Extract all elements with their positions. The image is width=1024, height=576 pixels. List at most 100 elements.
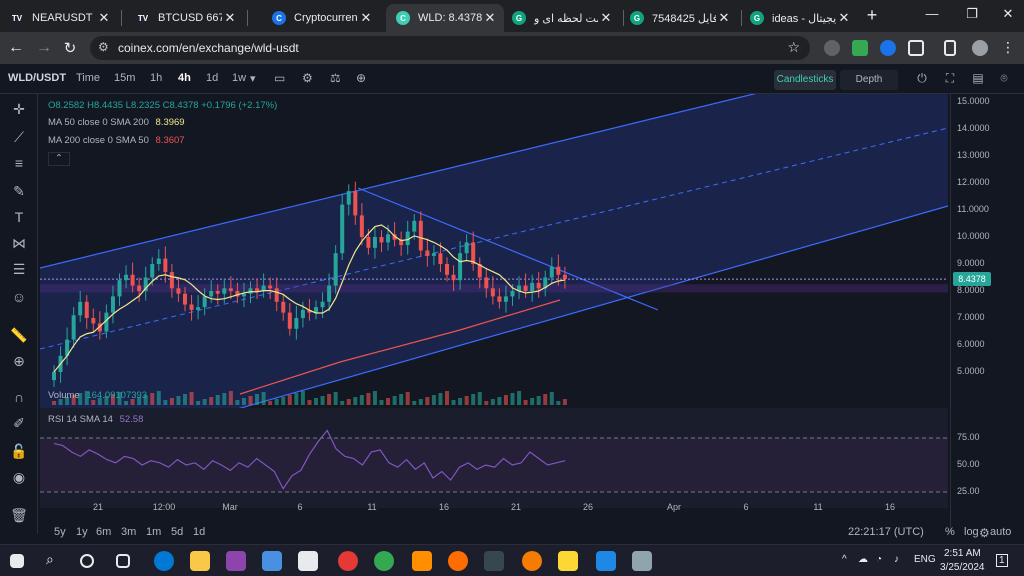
candlesticks-tab[interactable]: Candlesticks [774, 70, 836, 90]
timeframe-4h[interactable]: 4h [178, 72, 191, 84]
range-3m[interactable]: 3m [121, 526, 136, 538]
url-input[interactable]: ⚙ coinex.com/en/exchange/wld-usdt ☆ [90, 36, 810, 60]
horizontal-lines-icon[interactable]: ≡ [10, 154, 28, 172]
symbol-label[interactable]: WLD/USDT [8, 72, 66, 84]
range-5y[interactable]: 5y [54, 526, 66, 538]
windows-start-icon[interactable] [10, 554, 24, 568]
tab-close-icon[interactable]: ✕ [482, 10, 498, 26]
wifi-icon[interactable]: ◔ [876, 554, 882, 565]
minimize-icon[interactable]: — [922, 6, 942, 21]
magnet-icon[interactable]: ∩ [10, 388, 28, 406]
opera-icon[interactable] [338, 551, 358, 571]
crosshair-icon[interactable]: ✛ [10, 100, 28, 118]
chrome-icon[interactable] [374, 551, 394, 571]
depth-tab[interactable]: Depth [840, 70, 898, 90]
file-explorer-icon[interactable] [190, 551, 210, 571]
tab-close-icon[interactable]: ✕ [96, 10, 112, 26]
tray-date[interactable]: 3/25/2024 [940, 562, 985, 573]
percent-toggle[interactable]: % [945, 526, 955, 538]
auto-toggle[interactable]: auto [990, 526, 1011, 538]
timeframe-1d[interactable]: 1d [206, 72, 218, 84]
ruler-icon[interactable]: 📏 [10, 326, 28, 344]
log-toggle[interactable]: log [964, 526, 979, 538]
back-icon[interactable]: ← [6, 39, 26, 57]
tray-chevron-icon[interactable]: ^ [842, 554, 847, 565]
tab-close-icon[interactable]: ✕ [716, 10, 732, 26]
camera-icon[interactable]: ⌾ [996, 71, 1012, 87]
globe-app-icon[interactable] [596, 551, 616, 571]
range-5d[interactable]: 5d [171, 526, 183, 538]
player-icon[interactable] [558, 551, 578, 571]
firefox-icon[interactable] [448, 551, 468, 571]
shield-extension-icon[interactable] [824, 40, 840, 56]
app-icon-purple[interactable] [226, 551, 246, 571]
emoji-icon[interactable]: ☺ [10, 288, 28, 306]
browser-tab[interactable]: C WLD: 8.4378 USD✕ [386, 4, 504, 32]
paint-app-icon[interactable] [632, 551, 652, 571]
search-icon[interactable]: ⌕ [46, 551, 66, 571]
menu-kebab-icon[interactable]: ⋮ [998, 39, 1018, 56]
bookmark-star-icon[interactable]: ☆ [787, 39, 800, 56]
power-icon[interactable]: ⏻ [914, 71, 930, 87]
chart-area[interactable]: 21 12:00 Mar 6 11 16 21 26 Apr 6 11 16 O8.2582 H8.4… [36, 89, 949, 534]
lock-icon[interactable]: 🔓 [10, 442, 28, 460]
puzzle-icon[interactable] [908, 40, 924, 56]
side-panel-icon[interactable] [944, 40, 956, 56]
close-window-icon[interactable]: ✕ [998, 6, 1018, 22]
app-icon-orange[interactable] [522, 551, 542, 571]
forward-icon[interactable]: → [34, 39, 54, 57]
browser-tab[interactable]: C Cryptocurrency✕ [262, 4, 380, 32]
tab-close-icon[interactable]: ✕ [358, 10, 374, 26]
reload-icon[interactable]: ↻ [60, 39, 80, 57]
site-info-icon[interactable]: ⚙ [98, 40, 109, 54]
price-chart-svg[interactable]: 21 12:00 Mar 6 11 16 21 26 Apr 6 11 16 [36, 89, 949, 534]
pattern-icon[interactable]: ⋈ [10, 234, 28, 252]
browser-tab[interactable]: G پروفایل 7548425✕ [620, 4, 738, 32]
edge-icon[interactable] [154, 551, 174, 571]
store-icon[interactable] [262, 551, 282, 571]
browser-tab[interactable]: Gideas - ارزدیجیتال✕ [740, 4, 858, 32]
task-view-icon[interactable] [116, 554, 130, 568]
range-6m[interactable]: 6m [96, 526, 111, 538]
cortana-icon[interactable] [80, 554, 94, 568]
range-1m[interactable]: 1m [146, 526, 161, 538]
timeframe-dropdown-icon[interactable]: ▾ [250, 72, 256, 85]
extension-icon[interactable] [852, 40, 868, 56]
add-indicator-icon[interactable]: ⊕ [356, 71, 366, 85]
timeframe-1w[interactable]: 1w [232, 72, 246, 84]
browser-tab[interactable]: G قیمت لحظه ای و✕ [502, 4, 620, 32]
tab-close-icon[interactable]: ✕ [598, 10, 614, 26]
fib-icon[interactable]: ☰ [10, 260, 28, 278]
lock-drawings-icon[interactable]: ✐ [10, 414, 28, 432]
range-1y[interactable]: 1y [76, 526, 88, 538]
text-icon[interactable]: T [10, 208, 28, 226]
profile-avatar[interactable] [972, 40, 988, 56]
time-button[interactable]: Time [76, 72, 100, 84]
timeframe-15m[interactable]: 15m [114, 72, 135, 84]
browser-tab[interactable]: TV NEARUSDT 6.96✕ [0, 4, 118, 32]
mail-icon[interactable] [298, 551, 318, 571]
notification-icon[interactable]: 1 [996, 554, 1008, 567]
zoom-in-icon[interactable]: ⊕ [10, 352, 28, 370]
network-icon[interactable]: ☁ [858, 554, 868, 565]
browser-tab[interactable]: TV BTCUSD 66750✕ [126, 4, 244, 32]
compare-icon[interactable]: ⚖ [330, 71, 341, 85]
tab-close-icon[interactable]: ✕ [836, 10, 852, 26]
fullscreen-icon[interactable]: ⛶ [942, 71, 958, 87]
media-app-icon[interactable] [484, 551, 504, 571]
volume-icon[interactable]: ♪ [894, 554, 899, 565]
new-tab-button[interactable]: + [862, 6, 882, 26]
layout-icon[interactable]: ▤ [970, 71, 986, 87]
settings-gear-icon[interactable]: ⚙ [302, 71, 313, 85]
eye-icon[interactable]: ◉ [10, 468, 28, 486]
vlc-icon[interactable] [412, 551, 432, 571]
brush-icon[interactable]: ✎ [10, 182, 28, 200]
price-axis[interactable]: 15.0000 14.0000 13.0000 12.0000 11.0000 10.00… [950, 94, 1024, 540]
vpn-extension-icon[interactable] [880, 40, 896, 56]
trendline-icon[interactable]: ⟋ [10, 128, 28, 146]
collapse-legend-button[interactable]: ⌃ [48, 152, 70, 166]
restore-icon[interactable]: ❐ [962, 6, 982, 22]
chart-type-icon[interactable]: ▭ [274, 71, 285, 85]
tab-close-icon[interactable]: ✕ [222, 10, 238, 26]
tray-time[interactable]: 2:51 AM [944, 548, 981, 559]
